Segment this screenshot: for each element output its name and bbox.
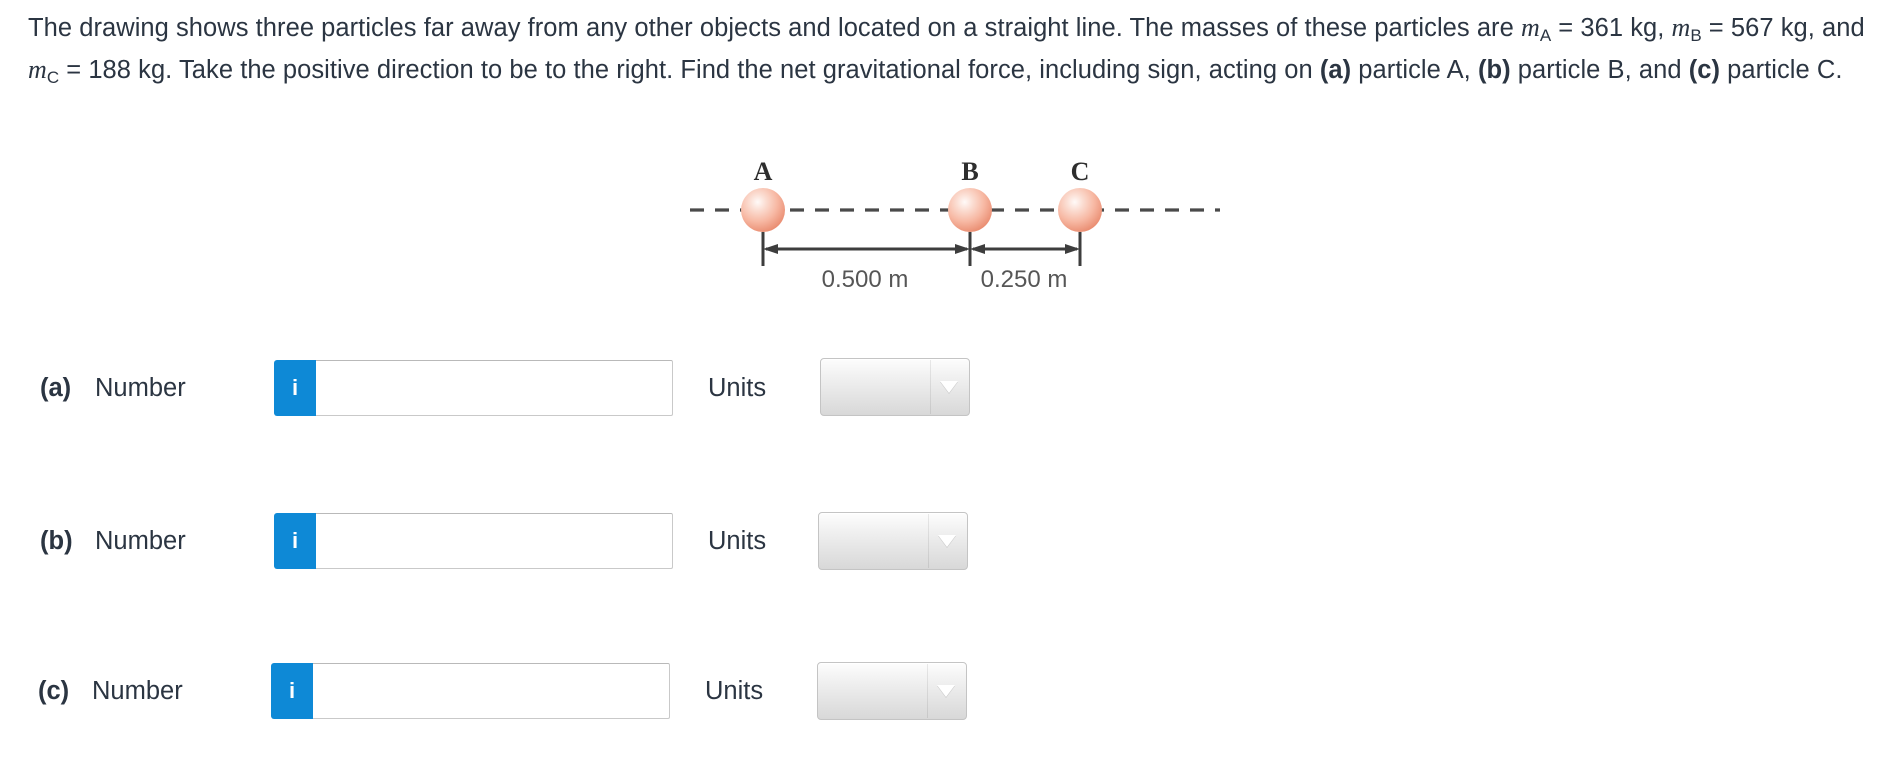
chevron-down-icon-b — [938, 535, 956, 547]
units-label-b: Units — [708, 527, 767, 555]
number-input-c[interactable] — [313, 663, 670, 719]
number-label-c: Number — [92, 677, 183, 705]
units-select-divider-b — [928, 514, 929, 568]
part-label-a: (a) — [40, 374, 72, 402]
problem-text-segment-5: particle A, — [1351, 56, 1478, 84]
dimension-arrowhead-bc-left — [970, 244, 985, 254]
answer-row-a: (a) Number i Units — [0, 358, 1020, 418]
problem-text-segment-1: The drawing shows three particles far aw… — [28, 14, 1521, 42]
mass-c-symbol: mC — [28, 55, 60, 87]
part-a-inline-label: (a) — [1319, 56, 1352, 84]
part-b-inline-label: (b) — [1477, 56, 1511, 84]
particle-diagram: A B C 0.500 m 0.250 m — [690, 160, 1220, 310]
units-select-c[interactable] — [817, 662, 967, 720]
info-icon-a[interactable]: i — [274, 360, 316, 416]
units-select-divider-c — [927, 664, 928, 718]
mass-a-subscript: A — [1539, 26, 1552, 45]
particle-c-sphere — [1058, 188, 1102, 232]
answer-row-b: (b) Number i Units — [0, 511, 1020, 571]
particle-b-label: B — [961, 160, 978, 186]
info-icon-c[interactable]: i — [271, 663, 313, 719]
distance-ab-label: 0.500 m — [822, 266, 909, 293]
particle-b-sphere — [948, 188, 992, 232]
info-icon-b[interactable]: i — [274, 513, 316, 569]
dimension-arrowhead-ab-right — [955, 244, 970, 254]
number-input-group-b: i — [274, 513, 673, 569]
units-select-value-c — [828, 663, 922, 719]
particle-a-sphere — [741, 188, 785, 232]
chevron-down-icon-a — [940, 381, 958, 393]
problem-text-segment-6: particle B, and — [1510, 56, 1689, 84]
number-input-b[interactable] — [316, 513, 673, 569]
units-select-value-b — [829, 513, 923, 569]
dimension-arrowhead-ab-left — [763, 244, 778, 254]
chevron-down-icon-c — [937, 685, 955, 697]
mass-b-symbol: mB — [1671, 13, 1702, 45]
part-label-c: (c) — [38, 677, 70, 705]
number-input-a[interactable] — [316, 360, 673, 416]
mass-c-subscript: C — [46, 68, 60, 87]
units-label-c: Units — [705, 677, 764, 705]
units-select-a[interactable] — [820, 358, 970, 416]
number-input-group-a: i — [274, 360, 673, 416]
units-label-a: Units — [708, 374, 767, 402]
distance-bc-label: 0.250 m — [981, 266, 1068, 293]
part-label-b: (b) — [40, 527, 73, 555]
number-label-b: Number — [95, 527, 186, 555]
problem-text-segment-7: particle C. — [1720, 56, 1843, 84]
mass-b-subscript: B — [1690, 26, 1702, 45]
units-select-b[interactable] — [818, 512, 968, 570]
problem-text-segment-4: = 188 kg. Take the positive direction to… — [59, 56, 1320, 84]
answer-row-c: (c) Number i Units — [0, 661, 1020, 721]
number-label-a: Number — [95, 374, 186, 402]
particle-c-label: C — [1071, 160, 1090, 186]
problem-text-segment-3: = 567 kg, and — [1701, 14, 1865, 42]
particle-a-label: A — [754, 160, 773, 186]
mass-a-symbol: mA — [1520, 13, 1552, 45]
dimension-arrowhead-bc-right — [1065, 244, 1080, 254]
problem-text-segment-2: = 361 kg, — [1551, 14, 1672, 42]
number-input-group-c: i — [271, 663, 670, 719]
part-c-inline-label: (c) — [1688, 56, 1721, 84]
units-select-value-a — [831, 359, 925, 415]
problem-statement: The drawing shows three particles far aw… — [28, 8, 1894, 92]
units-select-divider-a — [930, 360, 931, 414]
